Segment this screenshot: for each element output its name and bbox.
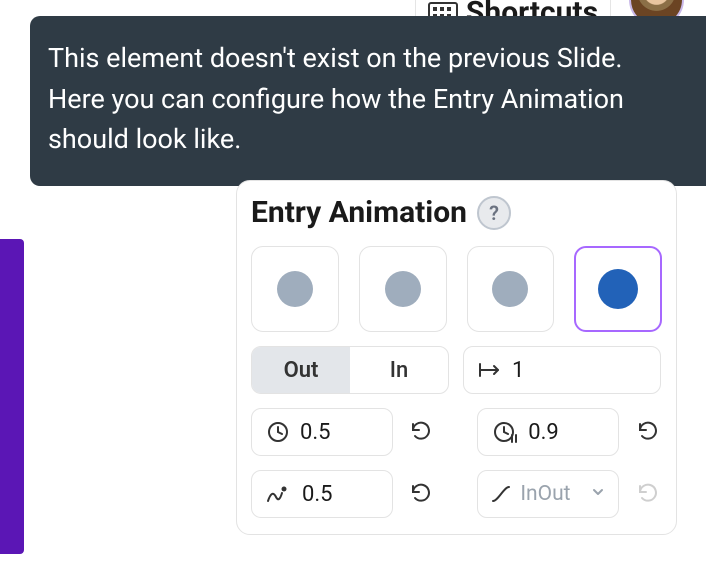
- chevron-down-icon: [590, 484, 606, 504]
- canvas-edge: [0, 239, 24, 554]
- clock-icon: [266, 420, 290, 444]
- easing-select[interactable]: InOut: [477, 470, 619, 518]
- preset-dot-icon: [492, 271, 528, 307]
- preset-dot-icon: [598, 269, 638, 309]
- animation-preset-2[interactable]: [359, 246, 447, 332]
- tooltip: This element doesn't exist on the previo…: [30, 16, 706, 186]
- delay-icon: [492, 420, 518, 444]
- bounce-input[interactable]: 0.5: [251, 470, 393, 518]
- panel-header: Entry Animation ?: [251, 195, 662, 230]
- delay-input[interactable]: 0.9: [477, 408, 619, 456]
- direction-in-button[interactable]: In: [350, 347, 448, 393]
- easing-icon: [490, 483, 512, 505]
- bounce-value: 0.5: [302, 482, 333, 507]
- preset-row: [251, 246, 662, 332]
- easing-value: InOut: [520, 482, 582, 506]
- direction-out-button[interactable]: Out: [252, 347, 350, 393]
- delay-reset-button[interactable]: [633, 417, 662, 447]
- bounce-reset-button[interactable]: [407, 479, 436, 509]
- animation-preset-4[interactable]: [574, 246, 662, 332]
- direction-segmented: Out In: [251, 346, 449, 394]
- preset-dot-icon: [277, 271, 313, 307]
- tooltip-text: This element doesn't exist on the previo…: [48, 42, 624, 155]
- delay-value: 0.9: [528, 420, 559, 445]
- distance-icon: [478, 360, 502, 380]
- animation-preset-1[interactable]: [251, 246, 339, 332]
- distance-value: 1: [512, 358, 524, 383]
- preset-dot-icon: [385, 271, 421, 307]
- entry-animation-panel: Entry Animation ? Out In 1: [236, 180, 677, 535]
- help-icon[interactable]: ?: [477, 196, 511, 230]
- panel-title: Entry Animation: [251, 195, 467, 230]
- distance-input[interactable]: 1: [463, 346, 661, 394]
- duration-reset-button[interactable]: [407, 417, 436, 447]
- bounce-icon: [266, 483, 292, 505]
- duration-value: 0.5: [300, 420, 331, 445]
- easing-reset-button[interactable]: [633, 479, 662, 509]
- duration-input[interactable]: 0.5: [251, 408, 393, 456]
- animation-preset-3[interactable]: [467, 246, 555, 332]
